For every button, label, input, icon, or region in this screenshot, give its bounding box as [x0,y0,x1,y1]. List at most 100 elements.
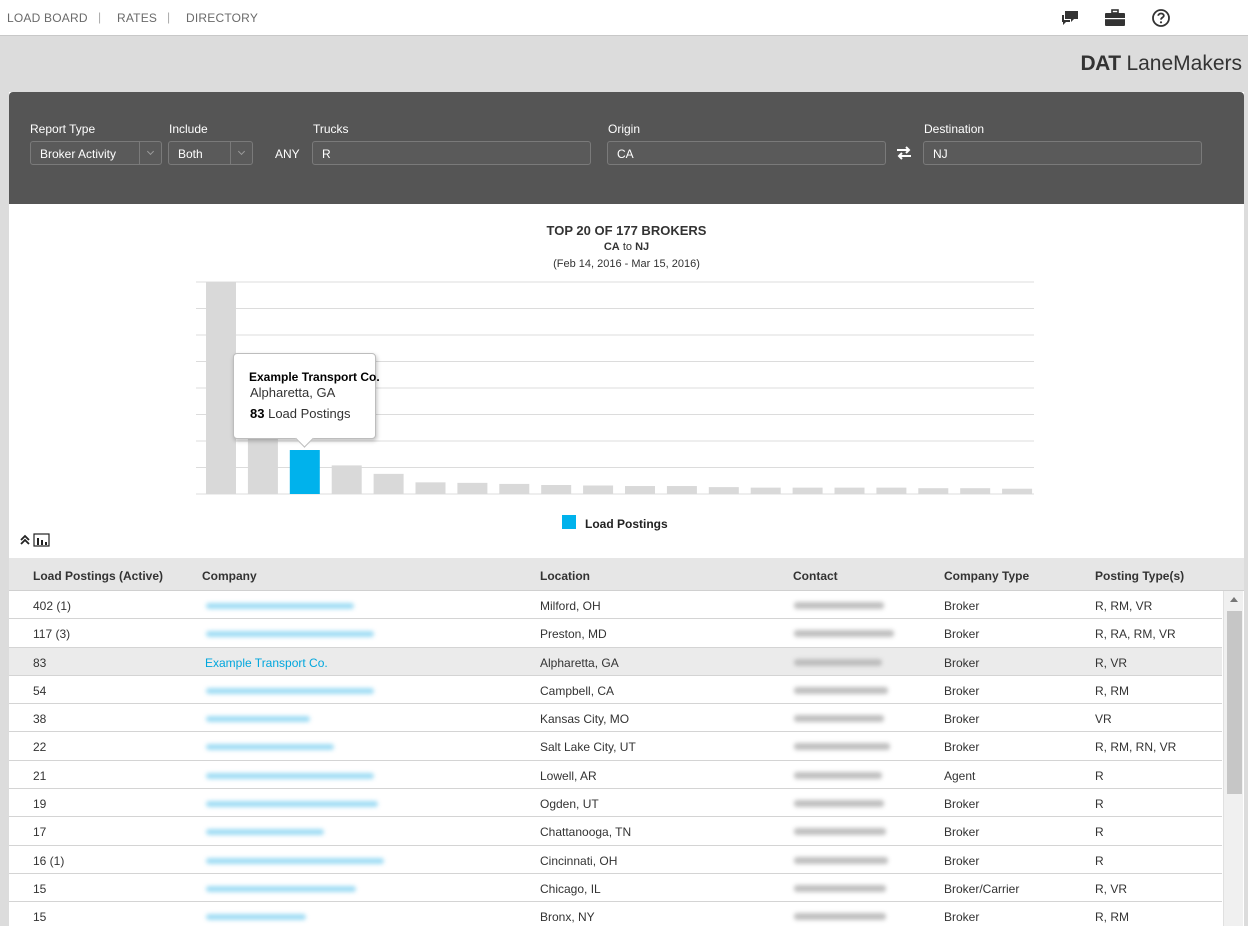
tooltip-company: Example Transport Co. [249,370,380,384]
cell-location: Bronx, NY [540,910,595,925]
cell-posting-types: R, VR [1095,655,1128,670]
contact-phone-redacted [794,828,886,836]
cell-load-postings: 15 [33,910,47,925]
cell-load-postings: 83 [33,655,47,670]
col-location[interactable]: Location [540,569,590,583]
chart-bar[interactable] [415,482,446,494]
table-scrollbar[interactable] [1223,591,1243,926]
legend-label: Load Postings [585,517,668,531]
chart-bar[interactable] [792,487,823,494]
contact-phone-redacted [794,800,884,808]
chart-bar[interactable] [834,487,865,494]
cell-load-postings: 19 [33,797,47,812]
chat-icon[interactable] [1059,7,1081,29]
col-company[interactable]: Company [202,569,257,583]
chart-bar[interactable] [206,282,236,494]
company-link-redacted[interactable] [206,772,374,779]
company-link-redacted[interactable] [206,857,384,864]
cell-location: Campbell, CA [540,683,615,698]
nav-separator: | [167,10,171,24]
scroll-thumb[interactable] [1227,611,1242,794]
company-link-redacted[interactable] [206,829,324,836]
cell-company-type: Broker/Carrier [944,881,1020,896]
chart-bar[interactable] [876,487,907,494]
chart-bar[interactable] [331,465,362,494]
chart-bar[interactable] [373,473,404,494]
chart-bar[interactable] [1002,488,1033,494]
company-link-redacted[interactable] [206,914,306,921]
table-row[interactable]: 83 Example Transport Co. Alpharetta, GA Bro… [9,647,1222,676]
cell-posting-types: R, RM [1095,683,1129,698]
chart-bar[interactable] [960,488,991,494]
col-load-postings[interactable]: Load Postings (Active) [33,569,163,583]
cell-load-postings: 117 (3) [33,627,71,642]
contact-phone-redacted [794,884,886,892]
chart-bar[interactable] [918,488,949,494]
cell-posting-types: R, VR [1095,881,1128,896]
chart-bar[interactable] [289,450,320,494]
nav-directory[interactable]: DIRECTORY [186,11,258,25]
company-link-redacted[interactable] [206,603,354,609]
cell-location: Lowell, AR [540,768,597,783]
top-nav: LOAD BOARD | RATES | DIRECTORY [0,0,1248,36]
chart-bar[interactable] [750,487,781,494]
chart-bar[interactable] [708,487,739,494]
cell-load-postings: 15 [33,881,47,896]
table-row[interactable]: 15 Chicago, IL Broker/Carrier R, VR [9,873,1222,903]
tooltip-location: Alpharetta, GA [250,385,336,400]
cell-posting-types: R [1095,797,1104,812]
cell-load-postings: 402 (1) [33,599,72,613]
table-row[interactable]: 54 Campbell, CA Broker R, RM [9,675,1222,705]
cell-location: Salt Lake City, UT [540,740,636,755]
chart-bar[interactable] [247,431,278,494]
table-row[interactable]: 17 Chattanooga, TN Broker R [9,817,1222,846]
company-link-redacted[interactable] [206,716,310,723]
company-link-redacted[interactable] [206,687,374,694]
cell-company-type: Broker [944,740,980,755]
company-link-redacted[interactable] [206,744,334,751]
chart-bar[interactable] [583,485,614,494]
broker-bar-chart [196,281,1034,495]
chart-bar[interactable] [499,483,530,494]
cell-load-postings: 22 [33,740,47,755]
nav-load-board[interactable]: LOAD BOARD [7,11,88,25]
chart-bar[interactable] [541,484,572,494]
col-contact[interactable]: Contact [793,569,838,583]
col-posting-types[interactable]: Posting Type(s) [1095,569,1184,583]
legend-swatch [562,515,576,529]
table-row[interactable]: 22 Salt Lake City, UT Broker R, RM, RN, VR [9,732,1222,761]
table-row[interactable]: 117 (3) Preston, MD Broker R, RA, RM, VR [9,619,1222,648]
cell-company-type: Broker [944,797,980,812]
table-row[interactable]: 21 Lowell, AR Agent R [9,760,1222,790]
cell-posting-types: R, RM, RN, VR [1095,740,1177,755]
table-row[interactable]: 38 Kansas City, MO Broker VR [9,704,1222,733]
col-company-type[interactable]: Company Type [944,569,1029,583]
cell-location: Preston, MD [540,627,607,642]
briefcase-icon[interactable] [1104,7,1126,29]
table-row[interactable]: 16 (1) Cincinnati, OH Broker R [9,845,1222,874]
contact-phone-redacted [794,743,890,751]
company-link-redacted[interactable] [206,885,356,892]
chart-bar[interactable] [666,486,697,494]
company-link[interactable]: Example Transport Co. [205,656,328,670]
table-row[interactable]: 15 Bronx, NY Broker R, RM [9,902,1222,926]
chart-bar[interactable] [625,486,655,494]
table-row[interactable]: 402 (1) Milford, OH Broker R, RM, VR [9,591,1222,620]
company-link-redacted[interactable] [206,631,374,638]
cell-location: Chattanooga, TN [540,825,632,840]
cell-company-type: Broker [944,627,980,642]
report-panel: Report Type Broker Activity Include Both… [9,92,1244,926]
help-icon[interactable] [1150,7,1172,29]
cell-location: Kansas City, MO [540,712,630,727]
cell-load-postings: 38 [33,712,47,727]
collapse-chart-icon[interactable] [19,532,53,548]
table-header: Load Postings (Active) Company Location … [9,558,1244,591]
contact-phone-redacted [794,686,888,694]
chart-bar[interactable] [457,482,488,494]
table-row[interactable]: 19 Ogden, UT Broker R [9,789,1222,818]
cell-location: Cincinnati, OH [540,853,618,868]
nav-rates[interactable]: RATES [117,11,157,25]
company-link-redacted[interactable] [206,801,378,808]
nav-separator: | [98,10,102,24]
scroll-up-arrow-icon[interactable] [1230,597,1238,602]
